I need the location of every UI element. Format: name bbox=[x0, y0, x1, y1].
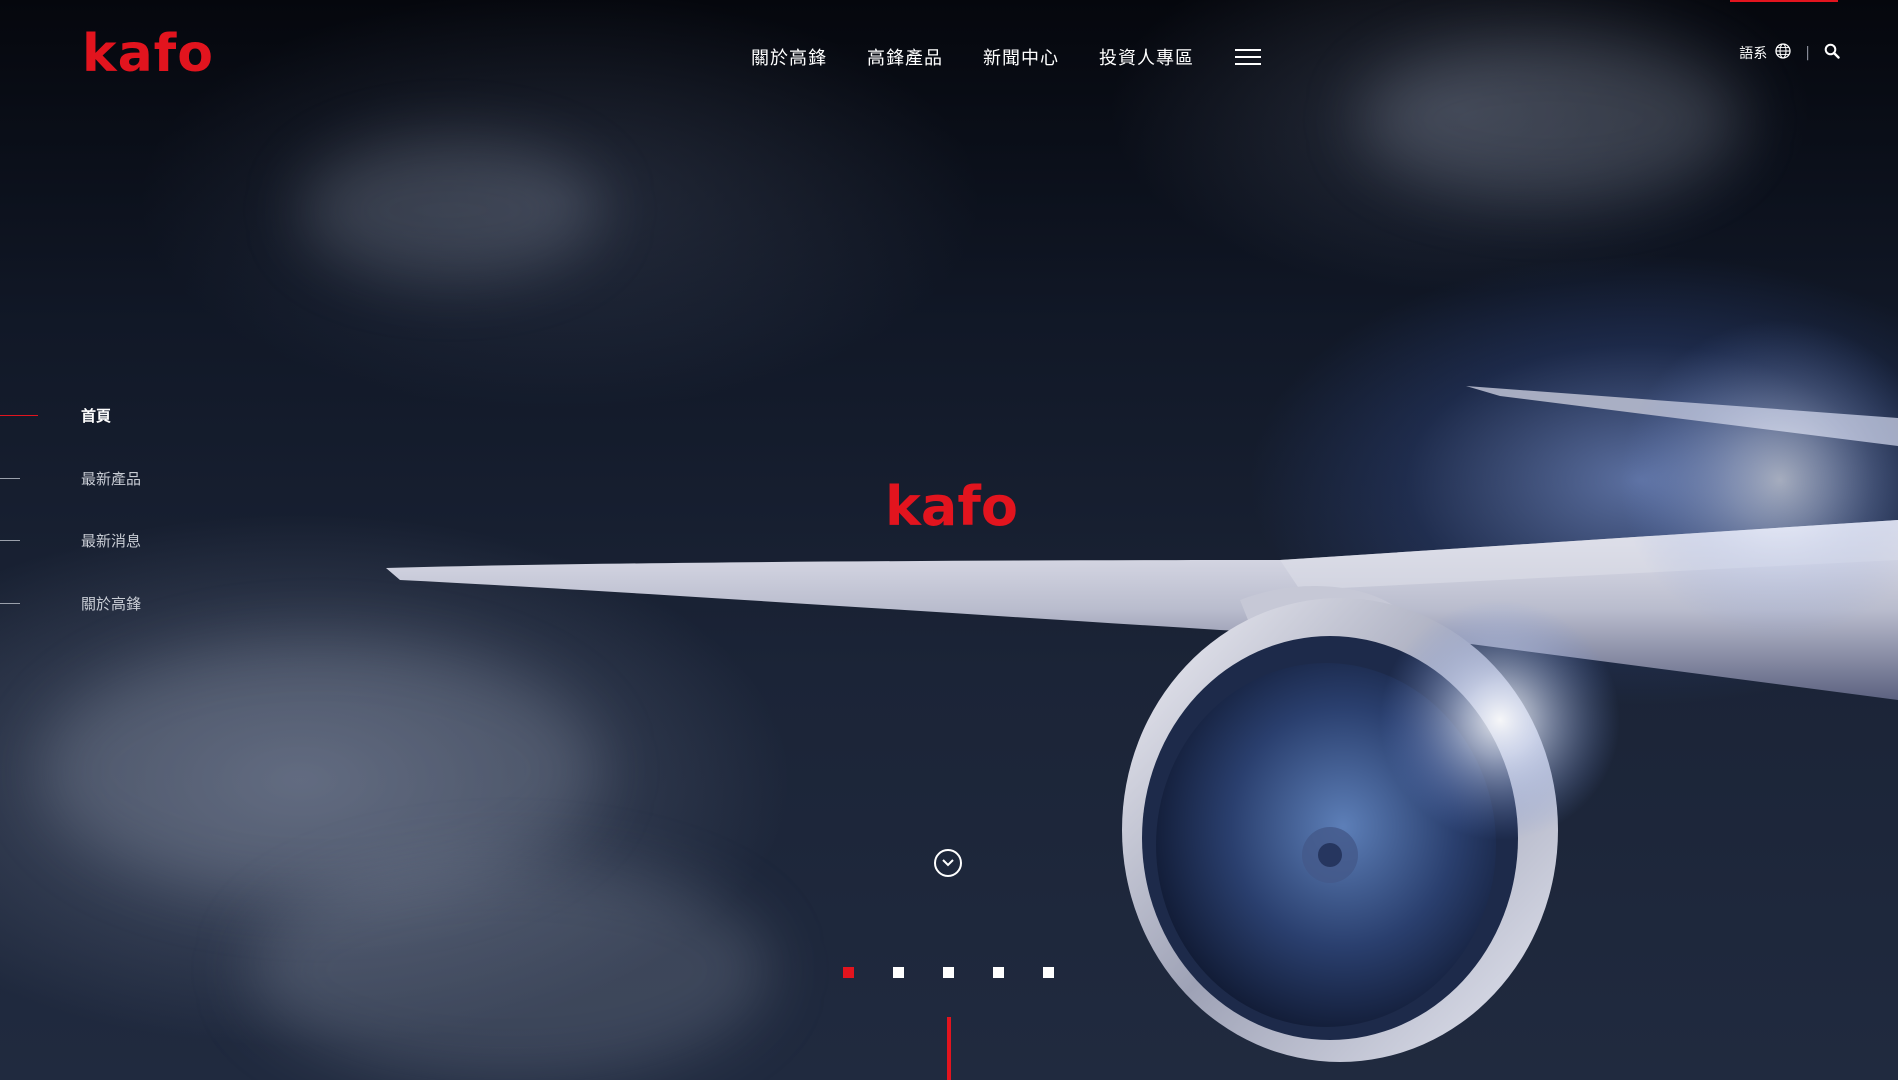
scroll-progress-bar bbox=[947, 1017, 951, 1080]
nav-item-products[interactable]: 高鋒產品 bbox=[867, 44, 943, 70]
chevron-down-icon bbox=[942, 859, 954, 867]
utility-bar: 語系 | bbox=[1739, 43, 1840, 63]
slide-dot-1[interactable] bbox=[843, 967, 854, 978]
side-nav-item-latest-news[interactable]: 最新消息 bbox=[0, 522, 200, 585]
site-header: kafo 關於高鋒 高鋒產品 新聞中心 投資人專區 語系 | bbox=[0, 0, 1898, 110]
scroll-down-button[interactable] bbox=[934, 849, 962, 877]
side-nav-indicator bbox=[0, 477, 20, 479]
search-icon[interactable] bbox=[1824, 43, 1840, 63]
airplane-wing-illustration bbox=[386, 320, 1898, 1062]
side-nav-label: 首頁 bbox=[81, 407, 112, 425]
header-accent-line bbox=[1730, 0, 1838, 2]
nav-item-about[interactable]: 關於高鋒 bbox=[751, 44, 827, 70]
slide-dot-5[interactable] bbox=[1043, 967, 1054, 978]
globe-icon[interactable] bbox=[1775, 43, 1791, 63]
slide-dot-2[interactable] bbox=[893, 967, 904, 978]
slide-dot-3[interactable] bbox=[943, 967, 954, 978]
hero-logo: kafo bbox=[885, 475, 1018, 538]
slide-dot-4[interactable] bbox=[993, 967, 1004, 978]
side-nav-item-home[interactable]: 首頁 bbox=[0, 397, 200, 460]
hamburger-menu-icon[interactable] bbox=[1235, 49, 1261, 65]
side-nav-label: 關於高鋒 bbox=[81, 594, 142, 613]
side-nav-indicator bbox=[0, 540, 20, 541]
slide-pagination bbox=[843, 967, 1093, 978]
section-side-nav: 首頁 最新產品 最新消息 關於高鋒 bbox=[0, 397, 200, 647]
side-nav-label: 最新消息 bbox=[81, 532, 142, 550]
side-nav-item-latest-products[interactable]: 最新產品 bbox=[0, 460, 200, 523]
side-nav-indicator bbox=[0, 602, 20, 604]
nav-item-news[interactable]: 新聞中心 bbox=[983, 44, 1059, 70]
main-nav: 關於高鋒 高鋒產品 新聞中心 投資人專區 bbox=[751, 44, 1261, 70]
brand-logo[interactable]: kafo bbox=[82, 28, 214, 80]
hero-banner bbox=[0, 0, 1898, 1080]
language-label[interactable]: 語系 bbox=[1739, 43, 1767, 63]
side-nav-item-about[interactable]: 關於高鋒 bbox=[0, 585, 200, 648]
side-nav-indicator bbox=[0, 415, 38, 416]
utility-separator: | bbox=[1805, 45, 1810, 61]
side-nav-label: 最新產品 bbox=[81, 469, 142, 488]
nav-item-investors[interactable]: 投資人專區 bbox=[1099, 44, 1194, 70]
